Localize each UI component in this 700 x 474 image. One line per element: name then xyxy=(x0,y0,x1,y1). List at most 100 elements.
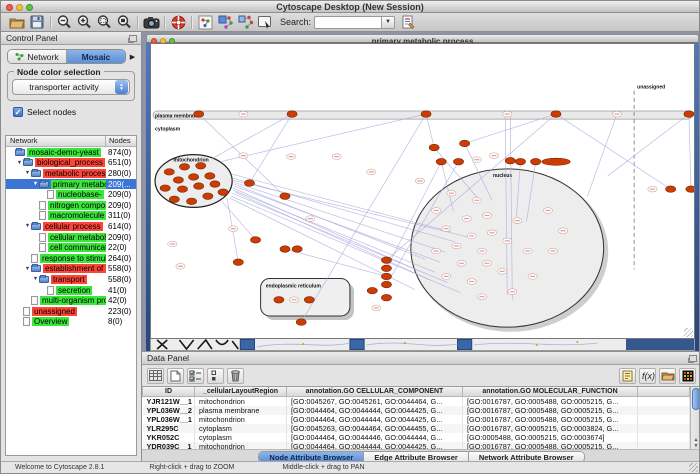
network-tree-row[interactable]: Overview8(0) xyxy=(6,317,136,328)
table-row[interactable]: YKR052Ccytoplasm[GO:0044464, GO:0044446,… xyxy=(143,433,690,442)
network-node-highlighted[interactable] xyxy=(177,186,187,192)
network-node-highlighted[interactable] xyxy=(173,176,183,182)
network-node-highlighted[interactable] xyxy=(304,296,314,302)
network-tree-row[interactable]: ▼primary metabol209(... xyxy=(6,179,136,190)
network-tree-row[interactable]: response to stimulu264(0) xyxy=(6,253,136,264)
attribute-table-icon[interactable] xyxy=(147,368,164,384)
network-node-highlighted[interactable] xyxy=(296,319,306,325)
network-tree-row[interactable]: mosaic-demo-yeast874(0) xyxy=(6,147,136,158)
table-column-header[interactable]: annotation.GO MOLECULAR_FUNCTION xyxy=(463,387,638,396)
network-canvas[interactable]: plasma membrane cytoplasm nucleus mitoch… xyxy=(150,43,695,339)
network-tree-row[interactable]: nitrogen compo209(0) xyxy=(6,200,136,211)
import-attributes-icon[interactable] xyxy=(659,368,676,384)
tree-expand-icon[interactable]: ▼ xyxy=(24,266,31,272)
annotation-select-icon[interactable] xyxy=(255,14,275,31)
zoom-in-icon[interactable] xyxy=(74,14,94,31)
network-node-highlighted[interactable] xyxy=(684,110,694,116)
tree-column-network[interactable]: Network xyxy=(6,136,106,146)
network-node-highlighted[interactable] xyxy=(179,163,189,169)
network-node-highlighted[interactable] xyxy=(292,245,302,251)
table-row[interactable]: YDR039C__1mitochondrion[GO:0044464, GO:0… xyxy=(143,442,690,450)
tree-expand-icon[interactable]: ▼ xyxy=(24,170,31,176)
network-node-highlighted[interactable] xyxy=(250,236,260,242)
search-dropdown-icon[interactable]: ▼ xyxy=(382,16,395,29)
network-view-titlebar[interactable]: primary metabolic process xyxy=(146,34,699,43)
network-node-highlighted[interactable] xyxy=(218,189,228,195)
network-node-highlighted[interactable] xyxy=(551,110,561,116)
network-node-highlighted[interactable] xyxy=(436,158,446,164)
scrollbar-thumb[interactable] xyxy=(692,388,700,410)
network-node-highlighted[interactable] xyxy=(233,259,243,265)
network-node-highlighted[interactable] xyxy=(381,273,391,279)
help-icon[interactable] xyxy=(168,14,188,31)
network-node-highlighted[interactable] xyxy=(194,110,204,116)
network-node-highlighted[interactable] xyxy=(164,168,174,174)
select-nodes-checkbox[interactable]: ✓ xyxy=(13,107,23,117)
network-node-highlighted[interactable] xyxy=(274,296,284,302)
tab-scroll-right-icon[interactable]: ▶ xyxy=(128,53,137,61)
scrollbar-arrows-icon[interactable]: ▲▼ xyxy=(691,437,700,449)
network-tree-row[interactable]: macromolecule311(0) xyxy=(6,211,136,222)
network-tree-row[interactable]: multi-organism pro42(0) xyxy=(6,295,136,306)
delete-attribute-icon[interactable] xyxy=(227,368,244,384)
select-attributes-small-icon[interactable] xyxy=(207,368,224,384)
tree-expand-icon[interactable]: ▼ xyxy=(24,223,31,229)
tree-expand-icon[interactable]: ▼ xyxy=(32,181,39,187)
network-node-highlighted[interactable] xyxy=(367,287,377,293)
network-tree-row[interactable]: ▼cellular process614(0) xyxy=(6,221,136,232)
network-node-highlighted[interactable] xyxy=(244,179,254,185)
network-node-highlighted[interactable] xyxy=(280,245,290,251)
open-file-icon[interactable] xyxy=(7,14,27,31)
matrix-view-icon[interactable] xyxy=(679,368,696,384)
function-builder-icon[interactable]: f(x) xyxy=(639,368,656,384)
save-session-icon[interactable] xyxy=(27,14,47,31)
network-tree-row[interactable]: ▼metabolic process280(0) xyxy=(6,168,136,179)
attribute-editor-icon[interactable] xyxy=(619,368,636,384)
table-row[interactable]: YLR295Ccytoplasm[GO:0045263, GO:0044464,… xyxy=(143,424,690,433)
table-column-header[interactable]: _cellularLayoutRegion xyxy=(195,387,287,396)
network-tree-row[interactable]: cellular metabol209(0) xyxy=(6,232,136,243)
network-node-highlighted[interactable] xyxy=(160,185,170,191)
enhanced-search-icon[interactable] xyxy=(398,14,418,31)
network-node-highlighted[interactable] xyxy=(542,158,570,165)
table-row[interactable]: YJR121W__1mitochondrion[GO:0045267, GO:0… xyxy=(143,396,690,406)
network-node-highlighted[interactable] xyxy=(205,172,215,178)
network-node-highlighted[interactable] xyxy=(531,158,541,164)
search-input[interactable] xyxy=(314,16,382,29)
network-node-highlighted[interactable] xyxy=(187,198,197,204)
layout-colored-a-icon[interactable] xyxy=(215,14,235,31)
network-node-highlighted[interactable] xyxy=(381,257,391,263)
network-tree-row[interactable]: ▼establishment of lo558(0) xyxy=(6,264,136,275)
network-node-highlighted[interactable] xyxy=(203,193,213,199)
table-row[interactable]: YPL036W__1mitochondrion[GO:0044464, GO:0… xyxy=(143,415,690,424)
network-tree-row[interactable]: nucleobase-209(0) xyxy=(6,189,136,200)
float-panel-icon[interactable] xyxy=(689,355,697,362)
network-node-highlighted[interactable] xyxy=(287,110,297,116)
network-node-highlighted[interactable] xyxy=(169,196,179,202)
network-node-highlighted[interactable] xyxy=(686,186,694,192)
tab-network[interactable]: Network xyxy=(8,50,66,63)
create-view-icon[interactable] xyxy=(195,14,215,31)
tab-mosaic[interactable]: Mosaic xyxy=(66,50,125,63)
window-resize-grip[interactable] xyxy=(689,463,698,472)
network-node-highlighted[interactable] xyxy=(196,162,206,168)
network-tree-row[interactable]: cell communicat22(0) xyxy=(6,242,136,253)
table-column-header[interactable]: ID xyxy=(143,387,195,396)
network-node-highlighted[interactable] xyxy=(210,180,220,186)
network-node-highlighted[interactable] xyxy=(381,281,391,287)
select-attributes-icon[interactable] xyxy=(187,368,204,384)
table-scrollbar[interactable]: ▲▼ xyxy=(690,387,700,449)
network-node-highlighted[interactable] xyxy=(194,183,204,189)
network-node-highlighted[interactable] xyxy=(381,265,391,271)
network-node-highlighted[interactable] xyxy=(460,140,470,146)
network-tree-row[interactable]: unassigned223(0) xyxy=(6,306,136,317)
network-node-highlighted[interactable] xyxy=(189,173,199,179)
zoom-out-icon[interactable] xyxy=(54,14,74,31)
network-tree-row[interactable]: ▼transport558(0) xyxy=(6,274,136,285)
network-node-highlighted[interactable] xyxy=(515,158,525,164)
network-node-highlighted[interactable] xyxy=(505,157,515,163)
export-snapshot-icon[interactable] xyxy=(141,14,161,31)
new-attribute-icon[interactable] xyxy=(167,368,184,384)
zoom-selected-region-icon[interactable] xyxy=(94,14,114,31)
network-node-highlighted[interactable] xyxy=(381,294,391,300)
